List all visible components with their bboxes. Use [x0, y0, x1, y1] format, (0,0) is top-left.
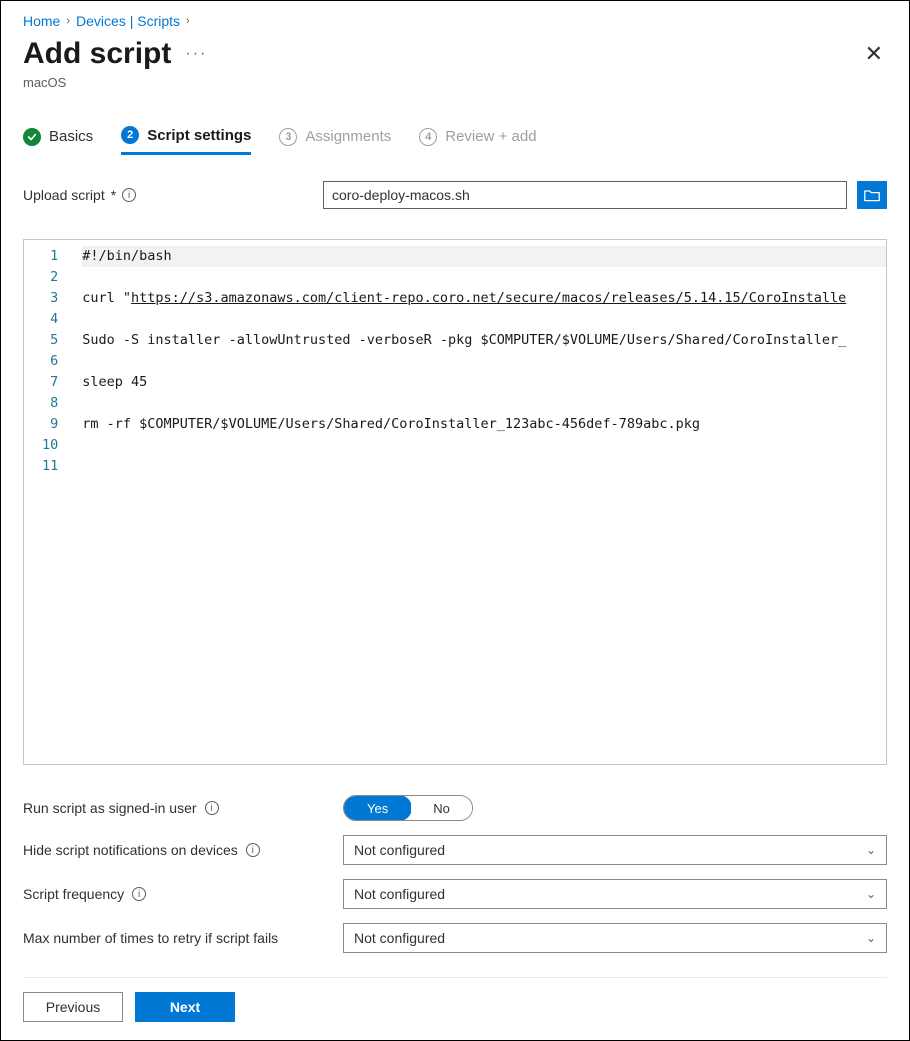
previous-button[interactable]: Previous — [23, 992, 123, 1022]
code-line — [82, 435, 886, 456]
run-as-user-toggle[interactable]: Yes No — [343, 795, 473, 821]
close-icon[interactable]: ✕ — [861, 39, 887, 69]
breadcrumb-devices-scripts[interactable]: Devices | Scripts — [76, 13, 180, 29]
tab-label: Assignments — [305, 128, 391, 145]
code-line — [82, 456, 886, 477]
line-number: 11 — [42, 456, 58, 477]
line-number: 3 — [42, 288, 58, 309]
tab-review-add[interactable]: 4 Review + add — [419, 126, 536, 155]
toggle-yes[interactable]: Yes — [343, 795, 412, 821]
line-number-gutter: 1234567891011 — [24, 240, 70, 764]
tab-label: Basics — [49, 128, 93, 145]
code-line: curl "https://s3.amazonaws.com/client-re… — [82, 288, 886, 309]
retry-count-label: Max number of times to retry if script f… — [23, 929, 343, 947]
code-line — [82, 267, 886, 288]
tab-basics[interactable]: Basics — [23, 126, 93, 155]
chevron-down-icon: ⌄ — [866, 887, 876, 901]
code-line — [82, 309, 886, 330]
page-title: Add script — [23, 37, 171, 71]
code-line: rm -rf $COMPUTER/$VOLUME/Users/Shared/Co… — [82, 414, 886, 435]
code-line — [82, 351, 886, 372]
breadcrumb-home[interactable]: Home — [23, 13, 60, 29]
chevron-right-icon: › — [186, 15, 190, 27]
chevron-down-icon: ⌄ — [866, 931, 876, 945]
line-number: 6 — [42, 351, 58, 372]
step-badge: 4 — [419, 128, 437, 146]
page-subtitle: macOS — [23, 75, 887, 90]
script-frequency-label: Script frequency i — [23, 885, 343, 903]
tab-label: Review + add — [445, 128, 536, 145]
line-number: 10 — [42, 435, 58, 456]
toggle-no[interactable]: No — [411, 796, 472, 820]
code-line — [82, 393, 886, 414]
required-asterisk: * — [111, 187, 116, 203]
next-button[interactable]: Next — [135, 992, 235, 1022]
line-number: 2 — [42, 267, 58, 288]
script-frequency-select[interactable]: Not configured ⌄ — [343, 879, 887, 909]
line-number: 1 — [42, 246, 58, 267]
check-icon — [23, 128, 41, 146]
info-icon[interactable]: i — [205, 801, 219, 815]
tab-assignments[interactable]: 3 Assignments — [279, 126, 391, 155]
info-icon[interactable]: i — [122, 188, 136, 202]
info-icon[interactable]: i — [132, 887, 146, 901]
chevron-right-icon: › — [66, 15, 70, 27]
upload-filename-field[interactable]: coro-deploy-macos.sh — [323, 181, 847, 209]
code-line: #!/bin/bash — [82, 246, 886, 267]
tab-label: Script settings — [147, 127, 251, 144]
line-number: 4 — [42, 309, 58, 330]
browse-file-button[interactable] — [857, 181, 887, 209]
run-as-user-label: Run script as signed-in user i — [23, 799, 343, 817]
line-number: 8 — [42, 393, 58, 414]
line-number: 9 — [42, 414, 58, 435]
step-badge: 2 — [121, 126, 139, 144]
retry-count-select[interactable]: Not configured ⌄ — [343, 923, 887, 953]
info-icon[interactable]: i — [246, 843, 260, 857]
line-number: 7 — [42, 372, 58, 393]
code-line: Sudo -S installer -allowUntrusted -verbo… — [82, 330, 886, 351]
tab-script-settings[interactable]: 2 Script settings — [121, 126, 251, 155]
hide-notifications-select[interactable]: Not configured ⌄ — [343, 835, 887, 865]
step-badge: 3 — [279, 128, 297, 146]
line-number: 5 — [42, 330, 58, 351]
wizard-tabs: Basics 2 Script settings 3 Assignments 4… — [23, 126, 887, 155]
script-editor[interactable]: 1234567891011 #!/bin/bash curl "https://… — [23, 239, 887, 765]
more-actions-button[interactable]: ··· — [185, 45, 207, 63]
breadcrumb: Home › Devices | Scripts › — [23, 13, 887, 29]
code-line: sleep 45 — [82, 372, 886, 393]
folder-icon — [864, 188, 880, 202]
hide-notifications-label: Hide script notifications on devices i — [23, 841, 343, 859]
script-code-area[interactable]: #!/bin/bash curl "https://s3.amazonaws.c… — [70, 240, 886, 764]
upload-script-label: Upload script * i — [23, 187, 313, 203]
chevron-down-icon: ⌄ — [866, 843, 876, 857]
